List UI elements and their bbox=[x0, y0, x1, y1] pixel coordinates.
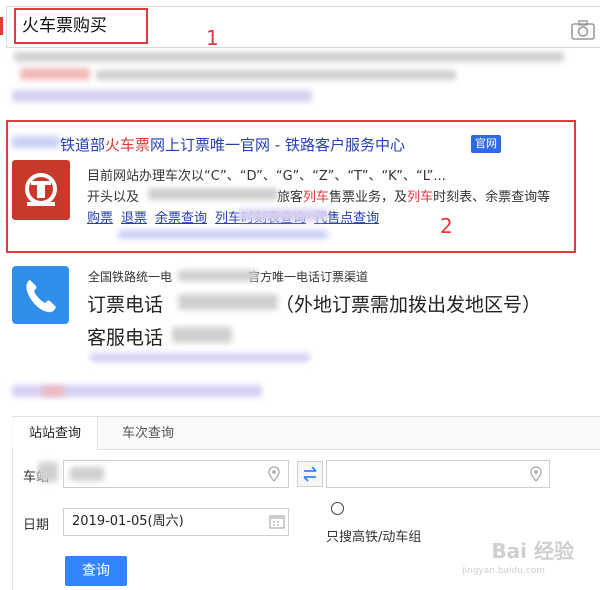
official-badge[interactable]: 官网 bbox=[471, 135, 501, 153]
blurred-link bbox=[90, 353, 310, 362]
sitelink-remaining[interactable]: 余票查询 bbox=[155, 211, 207, 226]
annotation-2: 2 bbox=[440, 214, 453, 238]
booking-phone-label: 订票电话 bbox=[87, 294, 164, 316]
swap-icon bbox=[303, 466, 317, 482]
phone-title-seg: 官方唯一电话订票渠道 bbox=[248, 270, 369, 284]
service-phone-label: 客服电话 bbox=[87, 327, 164, 349]
blurred-text bbox=[238, 209, 328, 221]
watermark-url: jingyan.baidu.com bbox=[462, 566, 546, 576]
search-input[interactable]: 火车票购买 bbox=[14, 8, 148, 44]
railway-logo-icon[interactable] bbox=[12, 160, 70, 220]
blurred-text bbox=[148, 188, 278, 200]
annotation-1: 1 bbox=[206, 26, 219, 50]
desc-seg: 列车 bbox=[407, 190, 434, 205]
desc-seg: 旅客 bbox=[277, 190, 304, 205]
blurred-text bbox=[70, 467, 104, 481]
phone-icon[interactable] bbox=[12, 266, 69, 324]
blurred-text bbox=[178, 294, 278, 310]
date-label: 日期 bbox=[23, 518, 50, 533]
blurred-link bbox=[12, 90, 312, 102]
calendar-icon[interactable] bbox=[269, 514, 285, 529]
sitelink-buy[interactable]: 购票 bbox=[87, 211, 113, 226]
desc-seg: 开头以及 bbox=[87, 190, 140, 205]
blurred-text bbox=[38, 462, 58, 482]
to-station-input[interactable] bbox=[326, 460, 550, 488]
title-prefix: 铁道部 bbox=[60, 136, 106, 154]
swap-stations-button[interactable] bbox=[297, 461, 323, 487]
blurred-text bbox=[12, 136, 60, 148]
booking-phone: 订票电话 （外地订票需加拨出发地区号） bbox=[87, 290, 541, 317]
result-description-line1: 目前网站办理车次以“C”、“D”、“G”、“Z”、“T”、“K”、“L”... bbox=[87, 169, 446, 184]
edge-marker bbox=[0, 17, 3, 35]
blurred-text bbox=[178, 270, 258, 281]
blurred-text bbox=[14, 52, 564, 62]
desc-seg: 售票业务，及 bbox=[329, 190, 408, 205]
booking-phone-note: （外地订票需加拨出发地区号） bbox=[275, 294, 542, 316]
blurred-text bbox=[172, 327, 232, 343]
desc-seg: 列车 bbox=[303, 190, 330, 205]
result-title-link[interactable]: 铁道部火车票网上订票唯一官网 - 铁路客户服务中心 bbox=[60, 134, 405, 155]
baidu-watermark: Bai 经验 bbox=[491, 539, 574, 563]
highspeed-only-label: 只搜高铁/动车组 bbox=[326, 530, 422, 545]
title-highlight: 火车票 bbox=[105, 136, 151, 154]
highspeed-only-radio[interactable] bbox=[331, 502, 344, 515]
query-button[interactable]: 查询 bbox=[65, 556, 127, 586]
location-pin-icon bbox=[530, 466, 542, 482]
phone-title-seg: 全国铁路统一电 bbox=[88, 270, 173, 284]
tab-train-query[interactable]: 车次查询 bbox=[106, 417, 190, 450]
title-suffix: 网上订票唯一官网 - 铁路客户服务中心 bbox=[150, 136, 405, 154]
blurred-text bbox=[42, 386, 64, 396]
sitelink-refund[interactable]: 退票 bbox=[121, 211, 147, 226]
tab-station-query[interactable]: 站站查询 bbox=[13, 417, 99, 450]
desc-seg: 时刻表、余票查询等 bbox=[433, 190, 551, 205]
blurred-text bbox=[20, 68, 90, 80]
blurred-text bbox=[96, 70, 456, 80]
location-pin-icon bbox=[268, 466, 280, 482]
blurred-link bbox=[118, 230, 328, 239]
camera-icon[interactable] bbox=[571, 20, 595, 40]
date-input[interactable]: 2019-01-05(周六) bbox=[63, 508, 289, 536]
widget-tabbar bbox=[12, 417, 600, 450]
